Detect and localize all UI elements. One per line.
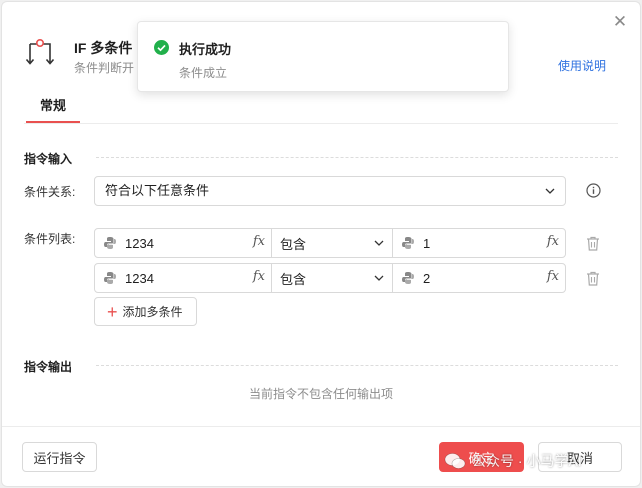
- fx-icon[interactable]: fx: [253, 269, 265, 284]
- condition-row: 1234 fx 包含 2 fx: [94, 263, 566, 293]
- wechat-icon: [444, 453, 466, 469]
- add-condition-label: 添加多条件: [122, 305, 183, 319]
- condition-right-operand[interactable]: 1 fx: [392, 229, 565, 257]
- python-variable-icon: [104, 237, 116, 249]
- condition-relation-value: 符合以下任意条件: [105, 183, 210, 198]
- add-condition-button[interactable]: + 添加多条件: [94, 297, 197, 326]
- section-divider-input: [96, 157, 618, 158]
- right-operand-value: 2: [423, 270, 431, 286]
- chevron-down-icon: [374, 240, 384, 246]
- condition-relation-select[interactable]: 符合以下任意条件: [94, 176, 566, 206]
- success-check-icon: [154, 40, 169, 55]
- python-variable-icon: [104, 272, 116, 284]
- right-operand-value: 1: [423, 235, 431, 251]
- chevron-down-icon: [545, 188, 555, 194]
- watermark-text: 公众号 · 小马学AI: [472, 453, 582, 469]
- dialog-subtitle: 条件判断开: [74, 61, 135, 75]
- fx-icon[interactable]: fx: [547, 234, 559, 249]
- condition-operator-select[interactable]: 包含: [271, 229, 392, 257]
- tab-general[interactable]: 常规: [26, 97, 80, 123]
- condition-relation-label: 条件关系:: [24, 185, 76, 199]
- help-link[interactable]: 使用说明: [558, 57, 606, 74]
- success-toast: 执行成功 条件成立: [137, 21, 509, 92]
- footer-divider: [2, 426, 640, 427]
- plus-icon: +: [107, 301, 118, 322]
- condition-row: 1234 fx 包含 1 fx: [94, 228, 566, 258]
- condition-left-operand[interactable]: 1234 fx: [95, 229, 271, 257]
- empty-output-text: 当前指令不包含任何输出项: [248, 387, 393, 401]
- dialog-title: IF 多条件: [74, 40, 133, 56]
- condition-left-operand[interactable]: 1234 fx: [95, 264, 271, 292]
- section-title-input: 指令输入: [24, 152, 73, 166]
- section-title-output: 指令输出: [24, 360, 73, 374]
- if-branch-icon: [25, 38, 55, 65]
- info-icon[interactable]: [586, 183, 601, 198]
- operator-value: 包含: [280, 271, 307, 287]
- toast-title: 执行成功: [179, 42, 232, 57]
- watermark: 公众号 · 小马学AI: [444, 451, 582, 471]
- run-command-button[interactable]: 运行指令: [22, 442, 97, 472]
- toast-message: 条件成立: [179, 66, 228, 80]
- tab-divider: [24, 123, 618, 124]
- delete-icon[interactable]: [586, 236, 600, 251]
- section-divider-output: [96, 365, 618, 366]
- close-icon[interactable]: ✕: [612, 13, 628, 30]
- condition-operator-select[interactable]: 包含: [271, 264, 392, 292]
- left-operand-value: 1234: [125, 235, 154, 251]
- condition-list-label: 条件列表:: [24, 232, 76, 246]
- python-variable-icon: [402, 272, 414, 284]
- python-variable-icon: [402, 237, 414, 249]
- delete-icon[interactable]: [586, 271, 600, 286]
- condition-right-operand[interactable]: 2 fx: [392, 264, 565, 292]
- fx-icon[interactable]: fx: [253, 234, 265, 249]
- left-operand-value: 1234: [125, 270, 154, 286]
- chevron-down-icon: [374, 275, 384, 281]
- operator-value: 包含: [280, 236, 307, 252]
- fx-icon[interactable]: fx: [547, 269, 559, 284]
